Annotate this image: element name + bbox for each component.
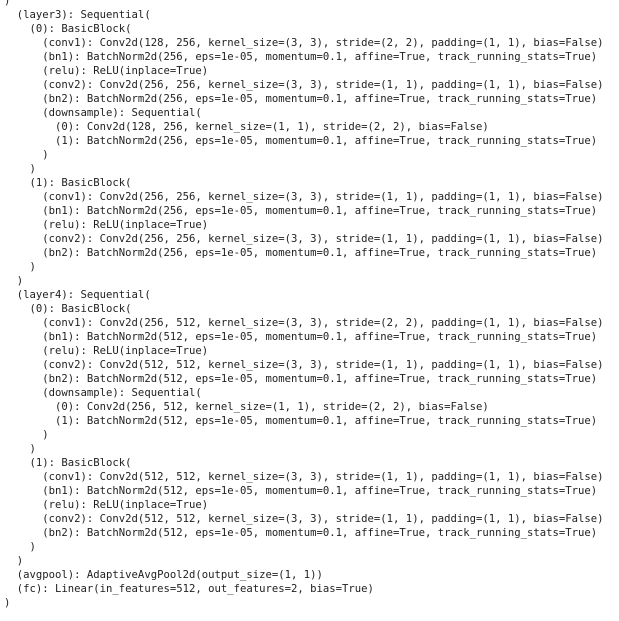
output-line: (downsample): Sequential( bbox=[4, 107, 202, 119]
output-line: (0): BasicBlock( bbox=[4, 303, 132, 315]
output-line: ) bbox=[4, 0, 11, 7]
output-line: (conv1): Conv2d(128, 256, kernel_size=(3… bbox=[4, 37, 604, 49]
output-line: (bn1): BatchNorm2d(512, eps=1e-05, momen… bbox=[4, 485, 598, 497]
output-line: (fc): Linear(in_features=512, out_featur… bbox=[4, 583, 374, 595]
output-line: (bn1): BatchNorm2d(512, eps=1e-05, momen… bbox=[4, 331, 598, 343]
output-line: (conv1): Conv2d(256, 256, kernel_size=(3… bbox=[4, 191, 604, 203]
output-line: (conv2): Conv2d(256, 256, kernel_size=(3… bbox=[4, 79, 604, 91]
output-line: (0): Conv2d(256, 512, kernel_size=(1, 1)… bbox=[4, 401, 489, 413]
output-line: (1): BasicBlock( bbox=[4, 457, 132, 469]
output-line: (conv2): Conv2d(512, 512, kernel_size=(3… bbox=[4, 513, 604, 525]
output-line: ) bbox=[4, 149, 49, 161]
output-line: ) bbox=[4, 261, 36, 273]
output-line: (relu): ReLU(inplace=True) bbox=[4, 219, 209, 231]
output-line: (bn1): BatchNorm2d(256, eps=1e-05, momen… bbox=[4, 205, 598, 217]
output-line: ) bbox=[4, 275, 24, 287]
output-line: (avgpool): AdaptiveAvgPool2d(output_size… bbox=[4, 569, 323, 581]
output-line: (downsample): Sequential( bbox=[4, 387, 202, 399]
output-line: (conv2): Conv2d(256, 256, kernel_size=(3… bbox=[4, 233, 604, 245]
output-line: ) bbox=[4, 541, 36, 553]
output-line: (bn2): BatchNorm2d(512, eps=1e-05, momen… bbox=[4, 527, 598, 539]
output-line: (conv1): Conv2d(512, 512, kernel_size=(3… bbox=[4, 471, 604, 483]
output-line: (0): Conv2d(128, 256, kernel_size=(1, 1)… bbox=[4, 121, 489, 133]
output-line: (layer4): Sequential( bbox=[4, 289, 151, 301]
output-line: (1): BatchNorm2d(256, eps=1e-05, momentu… bbox=[4, 135, 598, 147]
output-line: ) bbox=[4, 443, 36, 455]
output-line: (conv2): Conv2d(512, 512, kernel_size=(3… bbox=[4, 359, 604, 371]
output-line: ) bbox=[4, 555, 24, 567]
output-line: (bn1): BatchNorm2d(256, eps=1e-05, momen… bbox=[4, 51, 598, 63]
output-line: (layer3): Sequential( bbox=[4, 9, 151, 21]
model-printout: ) (layer3): Sequential( (0): BasicBlock(… bbox=[4, 0, 616, 610]
output-line: (bn2): BatchNorm2d(256, eps=1e-05, momen… bbox=[4, 247, 598, 259]
output-line: (relu): ReLU(inplace=True) bbox=[4, 499, 209, 511]
output-line: ) bbox=[4, 429, 49, 441]
output-line: ) bbox=[4, 163, 36, 175]
output-line: (bn2): BatchNorm2d(512, eps=1e-05, momen… bbox=[4, 373, 598, 385]
output-line: ) bbox=[4, 597, 11, 609]
output-line: (1): BasicBlock( bbox=[4, 177, 132, 189]
output-line: (1): BatchNorm2d(512, eps=1e-05, momentu… bbox=[4, 415, 598, 427]
output-line: (bn2): BatchNorm2d(256, eps=1e-05, momen… bbox=[4, 93, 598, 105]
output-line: (conv1): Conv2d(256, 512, kernel_size=(3… bbox=[4, 317, 604, 329]
output-line: (0): BasicBlock( bbox=[4, 23, 132, 35]
output-line: (relu): ReLU(inplace=True) bbox=[4, 345, 209, 357]
output-line: (relu): ReLU(inplace=True) bbox=[4, 65, 209, 77]
